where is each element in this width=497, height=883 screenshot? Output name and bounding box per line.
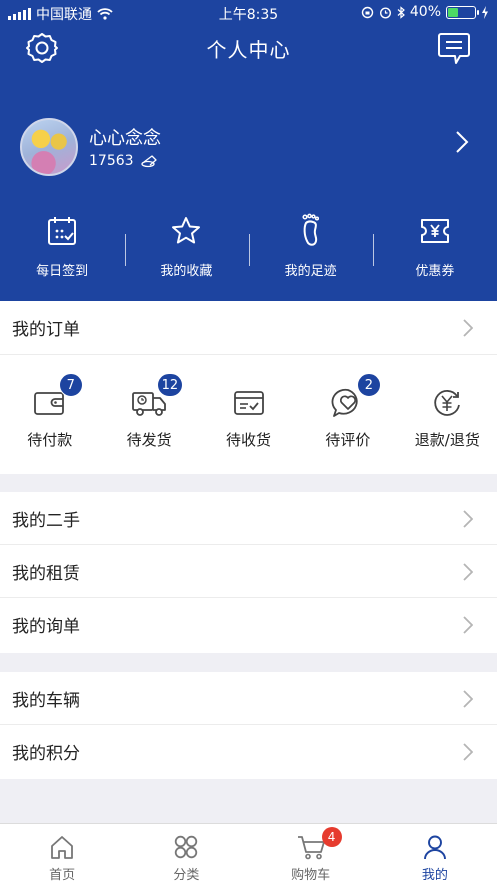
tab-bar: 首页 分类 4 购物车 我的 [0, 823, 497, 883]
quick-actions: 每日签到 我的收藏 我的足迹 优惠券 [0, 213, 497, 284]
status-right: 40% [361, 4, 489, 20]
profile-row[interactable]: 心心念念 17563 [0, 112, 497, 186]
alarm-icon [379, 6, 391, 19]
order-status-unshipped[interactable]: 12 待发货 [99, 373, 198, 474]
order-status-to-review[interactable]: 2 待评价 [298, 373, 397, 474]
badge-count: 7 [58, 373, 83, 397]
order-status-unpaid[interactable]: 7 待付款 [0, 373, 99, 474]
chevron-right-icon [456, 131, 469, 153]
page-title: 个人中心 [206, 38, 291, 62]
tab-label: 我的 [421, 868, 448, 883]
nav-bar: 个人中心 [0, 26, 497, 70]
menu-item-label: 我的车辆 [12, 690, 80, 711]
receipt-box-icon [233, 391, 264, 415]
quick-item-label: 我的足迹 [284, 264, 337, 279]
orders-row[interactable]: 我的订单 [0, 301, 497, 355]
chevron-right-icon [463, 563, 473, 581]
menu-item-label: 我的积分 [12, 744, 80, 764]
profile-header: 中国联通 上午8:35 40% 个人中心 心心念念 17563 每日签到 我的收… [0, 0, 497, 301]
divider [373, 234, 374, 266]
order-status-list: 7 待付款 12 待发货 待收货 2 待评价 退款/退货 [0, 355, 497, 474]
status-bar: 中国联通 上午8:35 40% [0, 0, 497, 26]
tab-label: 购物车 [291, 868, 331, 883]
avatar[interactable] [20, 118, 78, 176]
quick-item-footprints[interactable]: 我的足迹 [249, 213, 373, 284]
username: 心心念念 [89, 128, 161, 149]
chevron-right-icon [463, 743, 473, 761]
messages-button[interactable] [436, 30, 472, 66]
menu-group-1: 我的二手 我的租赁 我的询单 [0, 492, 497, 653]
divider [249, 234, 250, 266]
divider [125, 234, 126, 266]
order-status-refund[interactable]: 退款/退货 [398, 385, 497, 474]
quick-item-label: 优惠券 [415, 264, 455, 279]
tab-category[interactable]: 分类 [124, 824, 248, 883]
badge-count: 2 [356, 373, 381, 397]
category-icon [175, 835, 198, 859]
quick-item-label: 我的收藏 [160, 264, 213, 279]
menu-item-rental[interactable]: 我的租赁 [0, 545, 497, 598]
points-display: 17563 [89, 153, 158, 169]
menu-item-label: 我的租赁 [12, 563, 80, 584]
points-value: 17563 [89, 153, 134, 169]
order-status-label: 待付款 [27, 431, 73, 449]
orientation-lock-icon [361, 6, 374, 18]
orders-card: 我的订单 7 待付款 12 待发货 待收货 2 待评价 退款/退货 [0, 301, 497, 474]
tab-mine[interactable]: 我的 [373, 824, 497, 883]
menu-item-label: 我的询单 [12, 617, 80, 637]
bluetooth-icon [397, 5, 405, 19]
tab-label: 首页 [49, 868, 76, 883]
menu-item-vehicles[interactable]: 我的车辆 [0, 672, 497, 725]
chevron-right-icon [463, 510, 473, 528]
menu-item-inquiry[interactable]: 我的询单 [0, 598, 497, 651]
quick-item-favorites[interactable]: 我的收藏 [124, 214, 248, 284]
cart-badge: 4 [321, 827, 342, 847]
badge-count: 12 [156, 373, 184, 397]
chevron-right-icon [463, 616, 473, 634]
order-status-label: 待发货 [126, 431, 172, 449]
coupon-icon [420, 219, 449, 243]
menu-item-label: 我的二手 [12, 510, 80, 531]
home-icon [51, 836, 74, 859]
orders-title: 我的订单 [12, 320, 80, 340]
user-icon [423, 835, 446, 860]
order-status-label: 待评价 [325, 431, 371, 449]
tab-cart[interactable]: 4 购物车 [249, 824, 373, 883]
order-status-label: 待收货 [226, 431, 272, 449]
tab-home[interactable]: 首页 [0, 824, 124, 883]
battery-percent: 40% [409, 4, 441, 20]
quick-item-coupons[interactable]: 优惠券 [373, 214, 497, 284]
calendar-icon [48, 217, 77, 245]
charging-icon [482, 5, 488, 19]
star-icon [172, 217, 201, 244]
menu-item-points[interactable]: 我的积分 [0, 725, 497, 778]
quick-item-label: 每日签到 [36, 264, 89, 279]
quick-item-checkin[interactable]: 每日签到 [0, 214, 124, 284]
menu-item-secondhand[interactable]: 我的二手 [0, 492, 497, 545]
chevron-right-icon [463, 319, 473, 337]
footprint-icon [302, 213, 319, 246]
chevron-right-icon [463, 690, 473, 708]
coins-icon [140, 155, 157, 168]
battery-icon [446, 5, 479, 19]
order-status-label: 退款/退货 [414, 431, 480, 449]
message-icon [438, 33, 470, 64]
tab-label: 分类 [173, 868, 200, 883]
menu-group-2: 我的车辆 我的积分 [0, 672, 497, 779]
refund-icon [434, 390, 461, 416]
order-status-unreceived[interactable]: 待收货 [199, 385, 298, 474]
